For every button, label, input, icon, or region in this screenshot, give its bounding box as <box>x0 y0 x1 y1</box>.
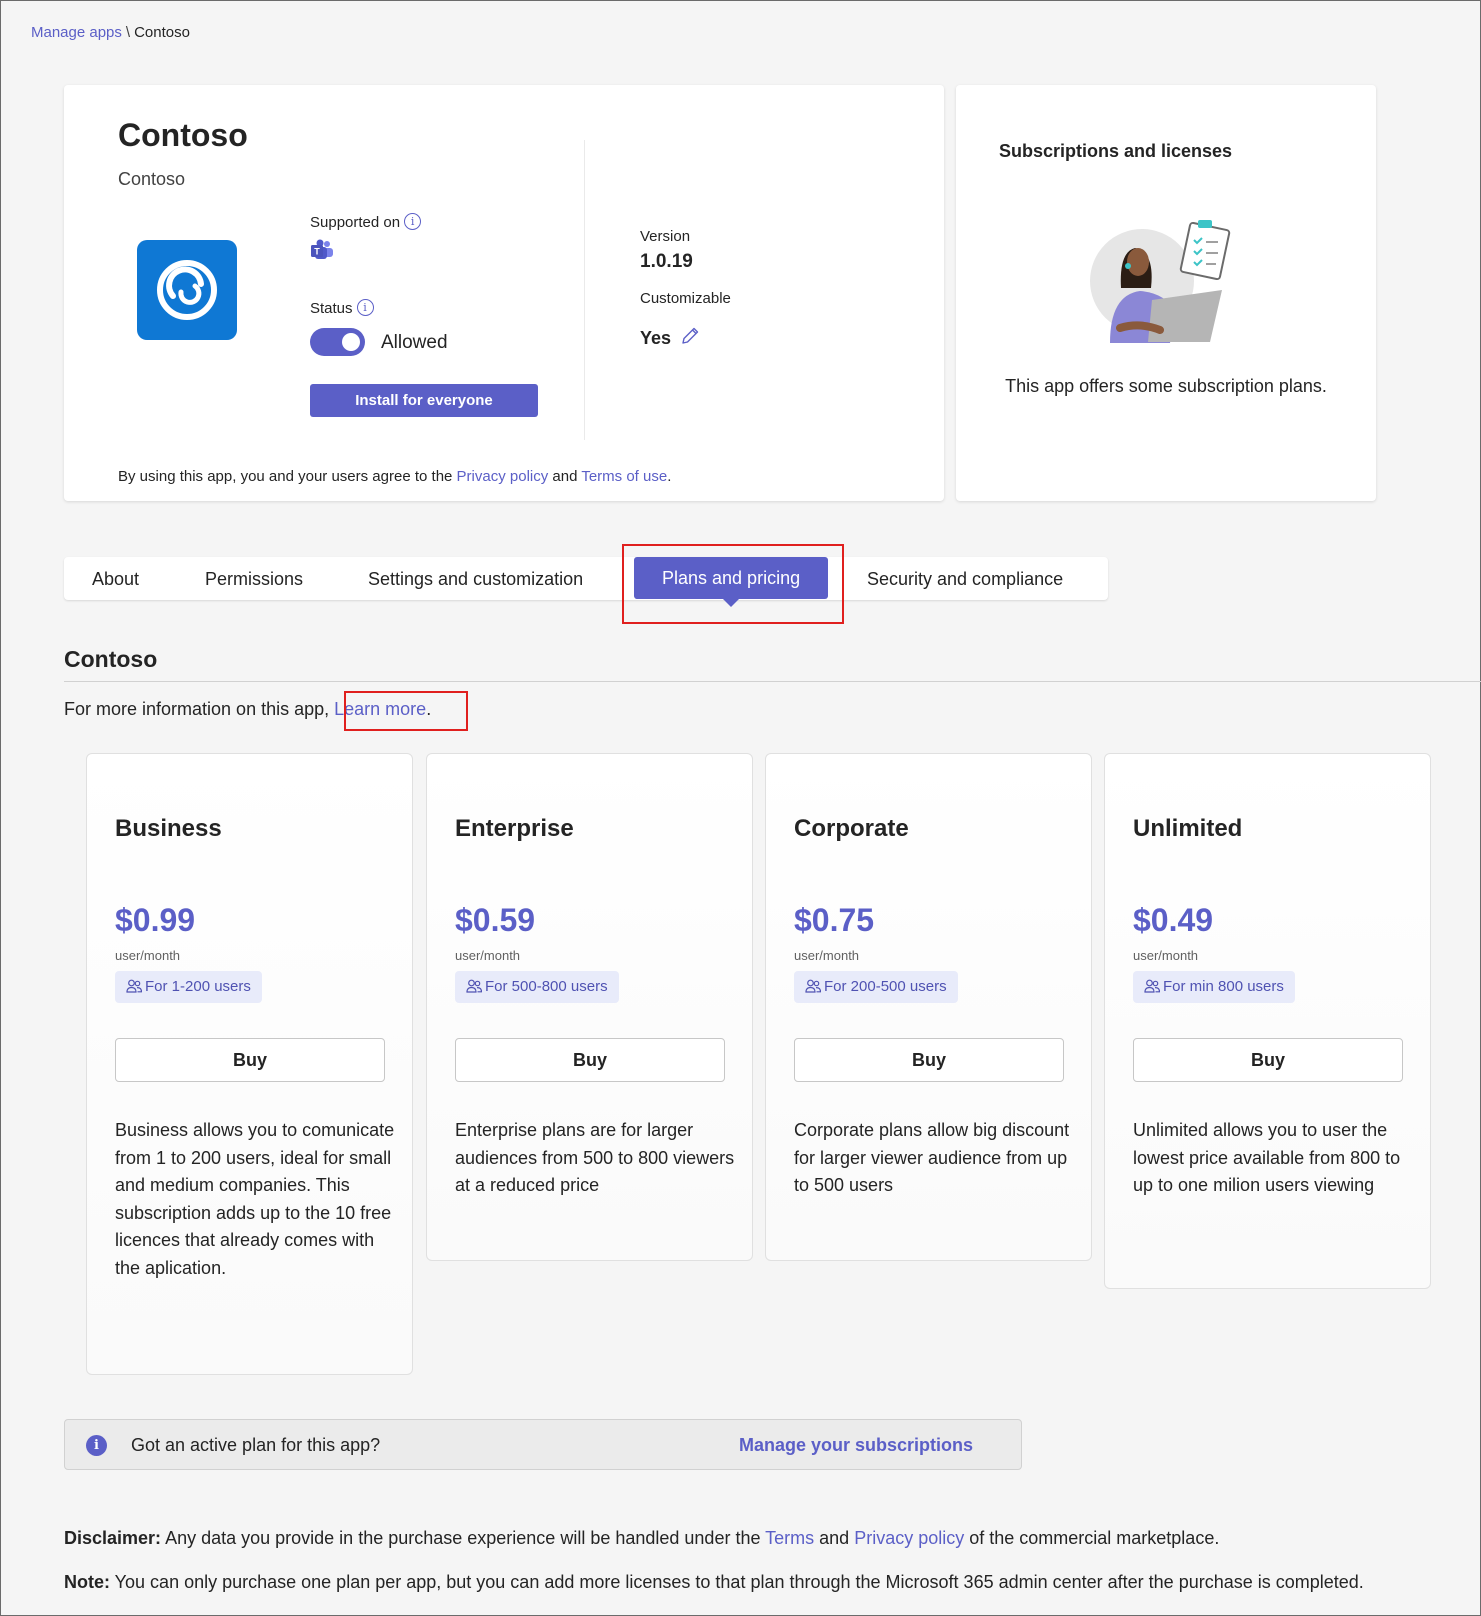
plan-card-corporate: Corporate $0.75 user/month For 200-500 u… <box>765 753 1092 1261</box>
subscriptions-title: Subscriptions and licenses <box>999 141 1233 161</box>
plan-price: $0.49 <box>1133 902 1214 938</box>
version-label: Version <box>640 228 691 245</box>
subscriptions-card: Subscriptions and licenses This app offe… <box>956 85 1376 501</box>
breadcrumb: Manage apps \ Contoso <box>31 24 190 41</box>
customizable-value: Yes <box>640 328 672 348</box>
highlight-box <box>344 691 468 731</box>
people-icon <box>126 979 143 993</box>
plan-card-enterprise: Enterprise $0.59 user/month For 500-800 … <box>426 753 753 1261</box>
plan-users-badge: For 500-800 users <box>455 971 619 1003</box>
edit-pencil-icon[interactable] <box>679 325 701 352</box>
status-text: Status <box>310 300 353 317</box>
plan-description: Business allows you to comunicate from 1… <box>115 1120 395 1278</box>
status-toggle[interactable] <box>310 328 365 356</box>
app-publisher: Contoso <box>118 169 186 189</box>
disclaimer: Disclaimer: Any data you provide in the … <box>64 1528 1219 1549</box>
buy-button[interactable]: Buy <box>115 1038 385 1082</box>
plan-description: Unlimited allows you to user the lowest … <box>1133 1120 1401 1195</box>
plan-name: Unlimited <box>1133 815 1243 842</box>
banner-text: Got an active plan for this app? <box>131 1435 381 1455</box>
note: Note: You can only purchase one plan per… <box>64 1572 1364 1593</box>
breadcrumb-manage-apps-link[interactable]: Manage apps <box>31 24 122 41</box>
tab-bar: About Permissions Settings and customiza… <box>64 557 1108 607</box>
disclaimer-text-end: of the commercial marketplace. <box>964 1528 1220 1548</box>
manage-subscriptions-link[interactable]: Manage your subscriptions <box>739 1435 973 1456</box>
person-laptop-illustration <box>1090 218 1240 348</box>
plan-users-text: For 200-500 users <box>824 978 947 995</box>
active-plan-banner: i Got an active plan for this app? Manag… <box>64 1419 1022 1470</box>
plan-price: $0.75 <box>794 902 875 938</box>
people-icon <box>466 979 483 993</box>
plan-unit: user/month <box>794 948 860 963</box>
note-label: Note: <box>64 1572 110 1592</box>
supported-on-text: Supported on <box>310 214 401 231</box>
agree-text: By using this app, you and your users ag… <box>118 468 457 485</box>
plan-card-business: Business $0.99 user/month For 1-200 user… <box>86 753 413 1375</box>
plan-unit: user/month <box>115 948 181 963</box>
plan-price: $0.99 <box>115 902 196 938</box>
status-label: Status i <box>310 299 374 317</box>
plan-name: Business <box>115 815 222 842</box>
divider <box>584 140 585 440</box>
version-value: 1.0.19 <box>640 251 693 272</box>
info-icon[interactable]: i <box>356 299 374 316</box>
plan-users-badge: For 1-200 users <box>115 971 262 1003</box>
tab-security-and-compliance[interactable]: Security and compliance <box>867 569 1063 590</box>
status-value: Allowed <box>381 332 448 353</box>
plan-description: Enterprise plans are for larger audience… <box>455 1120 735 1195</box>
terms-link[interactable]: Terms <box>765 1528 814 1548</box>
app-title: Contoso <box>118 117 248 153</box>
agree-period: . <box>667 468 672 485</box>
highlight-box <box>622 544 844 624</box>
plan-card-unlimited: Unlimited $0.49 user/month For min 800 u… <box>1104 753 1431 1289</box>
plan-users-text: For min 800 users <box>1163 978 1284 995</box>
plan-price: $0.59 <box>455 902 536 938</box>
plan-users-badge: For min 800 users <box>1133 971 1295 1003</box>
plan-unit: user/month <box>1133 948 1199 963</box>
terms-agreement: By using this app, you and your users ag… <box>118 468 671 485</box>
privacy-policy-link[interactable]: Privacy policy <box>854 1528 964 1548</box>
plan-name: Enterprise <box>455 815 574 842</box>
more-info-text: For more information on this app, <box>64 699 335 719</box>
breadcrumb-current: Contoso <box>134 24 190 41</box>
breadcrumb-separator: \ <box>125 24 131 41</box>
plan-users-text: For 500-800 users <box>485 978 608 995</box>
people-icon <box>805 979 822 993</box>
teams-icon: T <box>310 239 334 266</box>
app-details-card: Contoso Contoso Supported on i T Status i … <box>64 85 944 501</box>
tab-about[interactable]: About <box>92 569 139 590</box>
info-icon[interactable]: i <box>404 213 422 230</box>
people-icon <box>1144 979 1161 993</box>
customizable-label: Customizable <box>640 290 731 307</box>
privacy-policy-link[interactable]: Privacy policy <box>457 468 549 485</box>
plan-description: Corporate plans allow big discount for l… <box>794 1120 1070 1195</box>
disclaimer-text: Any data you provide in the purchase exp… <box>161 1528 766 1548</box>
subscriptions-text: This app offers some subscription plans. <box>1005 376 1327 396</box>
disclaimer-label: Disclaimer: <box>64 1528 162 1548</box>
disclaimer-and: and <box>814 1528 855 1548</box>
svg-text:T: T <box>314 247 320 257</box>
plan-users-text: For 1-200 users <box>145 978 251 995</box>
install-for-everyone-button[interactable]: Install for everyone <box>310 384 538 417</box>
buy-button[interactable]: Buy <box>455 1038 725 1082</box>
info-icon: i <box>86 1435 107 1456</box>
app-logo <box>137 240 237 340</box>
buy-button[interactable]: Buy <box>794 1038 1064 1082</box>
tab-settings-and-customization[interactable]: Settings and customization <box>368 569 583 590</box>
buy-button[interactable]: Buy <box>1133 1038 1403 1082</box>
supported-on-label: Supported on i <box>310 213 422 231</box>
terms-of-use-link[interactable]: Terms of use <box>581 468 667 485</box>
plan-users-badge: For 200-500 users <box>794 971 958 1003</box>
plan-name: Corporate <box>794 815 909 842</box>
tab-permissions[interactable]: Permissions <box>205 569 303 590</box>
note-text: You can only purchase one plan per app, … <box>110 1572 1364 1592</box>
section-title: Contoso <box>64 646 158 672</box>
agree-and: and <box>548 468 582 485</box>
plan-unit: user/month <box>455 948 521 963</box>
section-divider <box>64 681 1481 682</box>
